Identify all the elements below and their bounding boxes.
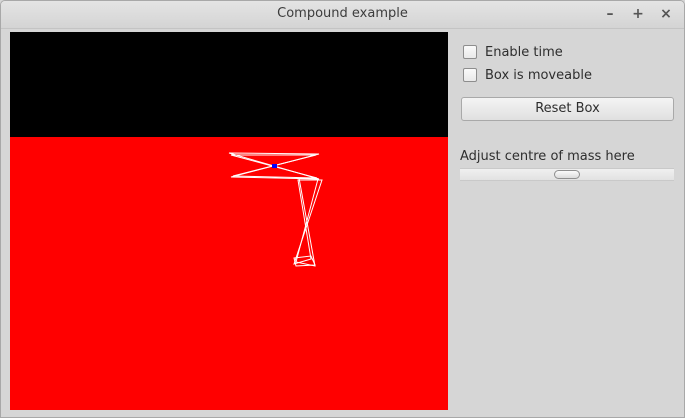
enable-time-label[interactable]: Enable time bbox=[485, 45, 563, 60]
window-title: Compound example bbox=[277, 6, 408, 21]
box-moveable-row[interactable]: Box is moveable bbox=[463, 66, 592, 84]
slider-handle[interactable] bbox=[554, 170, 580, 179]
simulation-canvas[interactable] bbox=[10, 32, 448, 410]
close-button[interactable]: × bbox=[656, 4, 676, 24]
enable-time-row[interactable]: Enable time bbox=[463, 43, 563, 61]
box-moveable-label[interactable]: Box is moveable bbox=[485, 68, 592, 83]
enable-time-checkbox[interactable] bbox=[463, 45, 477, 59]
centre-of-mass-label: Adjust centre of mass here bbox=[460, 149, 635, 164]
box-moveable-checkbox[interactable] bbox=[463, 68, 477, 82]
sky-area bbox=[10, 32, 448, 137]
maximize-button[interactable]: + bbox=[628, 4, 648, 24]
application-window: Compound example – + × Enable time Box i… bbox=[0, 0, 685, 418]
centre-of-mass-marker bbox=[272, 164, 277, 168]
simulation-scene bbox=[10, 32, 448, 410]
title-bar[interactable]: Compound example – + × bbox=[1, 1, 684, 29]
centre-of-mass-slider[interactable] bbox=[460, 168, 674, 181]
ground-area bbox=[10, 137, 448, 410]
minimize-button[interactable]: – bbox=[600, 4, 620, 24]
reset-box-button[interactable]: Reset Box bbox=[461, 97, 674, 121]
